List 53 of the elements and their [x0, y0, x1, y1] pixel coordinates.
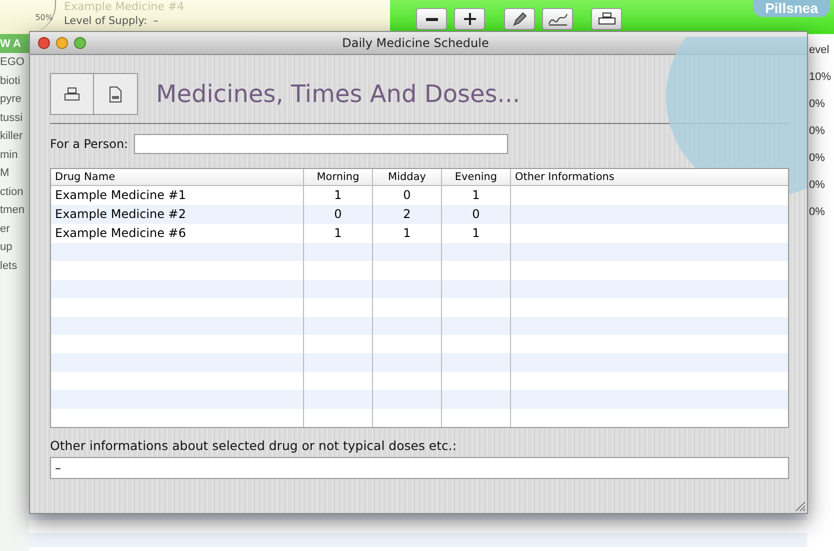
toolbar-button[interactable]: [504, 8, 535, 30]
table-row[interactable]: Example Medicine #2 0 2 0: [51, 205, 788, 224]
gauge-label: 50%: [35, 12, 53, 22]
column-header[interactable]: Midday: [373, 169, 442, 185]
hand-writing-icon: [546, 12, 568, 26]
supply-value: –: [153, 15, 158, 27]
supply-label: Level of Supply:: [64, 15, 148, 27]
column-header[interactable]: Morning: [304, 169, 373, 185]
sidebar-item[interactable]: ction: [0, 182, 29, 201]
column-header: evel: [808, 43, 830, 58]
column-header[interactable]: Drug Name: [51, 169, 304, 185]
zoom-button[interactable]: [74, 37, 86, 49]
level-value: 0%: [808, 97, 825, 112]
notes-label: Other informations about selected drug or not typical doses etc.:: [50, 438, 458, 453]
notes-field[interactable]: –: [50, 457, 789, 479]
level-value: 0%: [808, 178, 825, 193]
sidebar-item[interactable]: lets: [0, 256, 29, 275]
level-value: 0%: [808, 205, 825, 220]
resize-grip-icon[interactable]: [795, 501, 806, 512]
level-value: 0%: [808, 124, 825, 139]
medicine-name: Example Medicine #4: [64, 0, 184, 13]
printer-icon: [598, 12, 616, 26]
page-heading: Medicines, Times And Doses...: [156, 80, 520, 108]
sidebar-item[interactable]: killer: [0, 127, 29, 146]
sidebar-item[interactable]: min: [0, 146, 29, 164]
plus-icon: [464, 13, 476, 25]
toolbar-button[interactable]: [454, 8, 485, 30]
close-button[interactable]: [38, 37, 50, 49]
person-field[interactable]: [134, 134, 508, 154]
sidebar-header: W A: [0, 34, 29, 53]
pdf-file-icon: [109, 86, 122, 102]
toolbar-button[interactable]: [591, 8, 622, 30]
level-value: 0%: [808, 151, 825, 166]
column-header[interactable]: Evening: [442, 169, 511, 185]
window-title: Daily Medicine Schedule: [341, 36, 490, 50]
sidebar-item[interactable]: bioti: [0, 72, 29, 90]
app-logo: Pillsnea: [753, 0, 830, 17]
minimize-button[interactable]: [56, 37, 68, 49]
pencil-icon: [512, 12, 526, 26]
sidebar-item[interactable]: up: [0, 238, 29, 256]
toolbar-button[interactable]: [542, 8, 573, 30]
sidebar-item[interactable]: tmen: [0, 201, 29, 220]
minus-icon: [426, 18, 438, 20]
field-label: For a Person:: [50, 137, 128, 151]
sidebar-item[interactable]: tussi: [0, 108, 29, 127]
sidebar-item[interactable]: EGO: [0, 53, 29, 72]
sidebar-item[interactable]: er: [0, 220, 29, 238]
column-header[interactable]: Other Informations: [511, 169, 788, 185]
sidebar-item[interactable]: pyre: [0, 90, 29, 108]
toolbar-button[interactable]: [416, 8, 447, 30]
printer-icon: [64, 87, 80, 101]
sidebar-item[interactable]: M: [0, 164, 29, 182]
level-value: 10%: [808, 70, 832, 85]
